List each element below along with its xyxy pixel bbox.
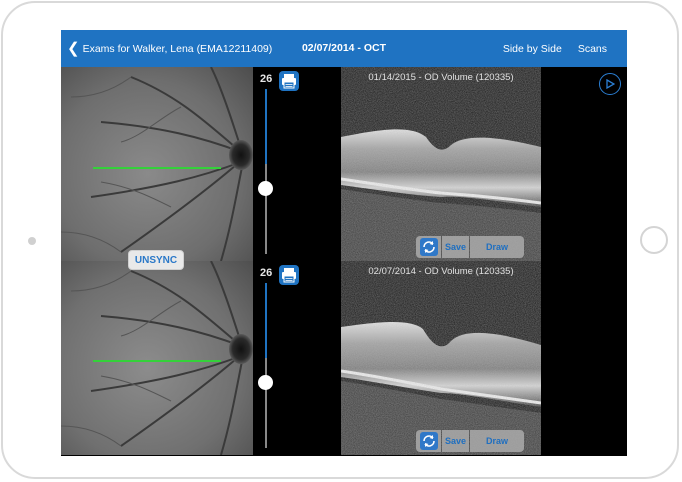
slice-slider-bottom: 26 [253, 261, 341, 455]
back-label: Exams for Walker, Lena (EMA12211409) [82, 42, 273, 55]
scan-controls-top: Save Draw [416, 236, 524, 258]
printer-icon[interactable] [278, 70, 300, 92]
slider-thumb[interactable] [258, 375, 273, 390]
oct-scan-label-top: 01/14/2015 - OD Volume (120335) [368, 72, 514, 83]
slice-slider-top: 26 [253, 67, 341, 261]
sync-icon [419, 432, 438, 450]
draw-button[interactable]: Draw [470, 430, 524, 452]
right-panel-top [541, 67, 627, 261]
draw-button[interactable]: Draw [470, 236, 524, 258]
camera-dot [28, 237, 36, 245]
home-button[interactable] [640, 226, 668, 254]
back-button[interactable]: ❮ Exams for Walker, Lena (EMA12211409) [67, 30, 272, 67]
sync-button[interactable] [416, 430, 441, 452]
scans-button[interactable]: Scans [578, 43, 607, 55]
slice-number-top: 26 [260, 73, 273, 85]
app-screen: ❮ Exams for Walker, Lena (EMA12211409) 0… [61, 30, 627, 456]
slider-thumb[interactable] [258, 181, 273, 196]
sync-button[interactable] [416, 236, 441, 258]
top-exam-pane: 26 01/14/2015 - OD Volume (120335) Save … [61, 67, 627, 261]
scan-controls-bottom: Save Draw [416, 430, 524, 452]
slider-track[interactable] [265, 164, 267, 254]
slice-number-bottom: 26 [260, 267, 273, 279]
chevron-left-icon: ❮ [67, 39, 80, 57]
fundus-image-bottom[interactable] [61, 261, 253, 455]
oct-scan-bottom[interactable]: 02/07/2014 - OD Volume (120335) [341, 261, 541, 455]
fundus-image-top[interactable] [61, 67, 253, 261]
side-by-side-button[interactable]: Side by Side [503, 43, 562, 55]
printer-icon[interactable] [278, 264, 300, 286]
slider-track[interactable] [265, 358, 267, 448]
save-button[interactable]: Save [442, 236, 469, 258]
slider-track-filled [265, 283, 267, 358]
oct-scan-top[interactable]: 01/14/2015 - OD Volume (120335) [341, 67, 541, 261]
play-icon[interactable] [599, 73, 621, 95]
save-button[interactable]: Save [442, 430, 469, 452]
oct-scan-label-bottom: 02/07/2014 - OD Volume (120335) [368, 266, 514, 277]
bottom-exam-pane: 26 02/07/2014 - OD Volume (120335) Save … [61, 261, 627, 455]
sync-icon [419, 238, 438, 256]
unsync-button[interactable]: UNSYNC [128, 250, 184, 270]
slider-track-filled [265, 89, 267, 164]
navigation-bar: ❮ Exams for Walker, Lena (EMA12211409) 0… [61, 30, 627, 67]
right-panel-bottom [541, 261, 627, 455]
